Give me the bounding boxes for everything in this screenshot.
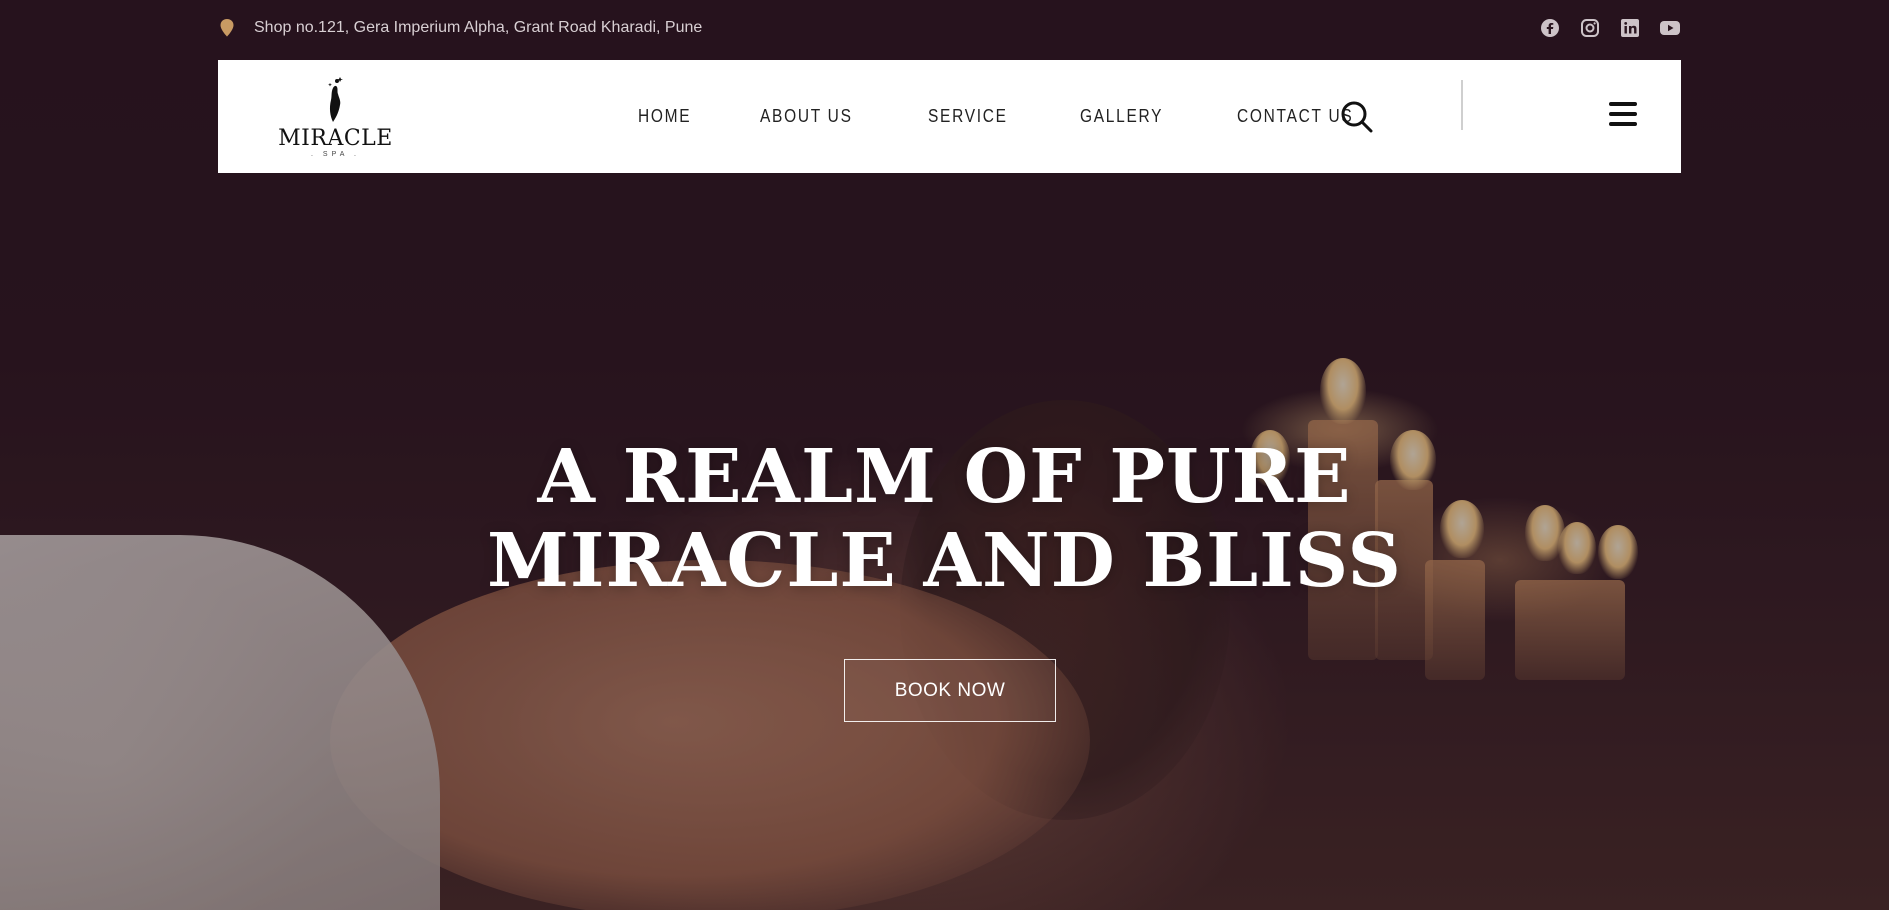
hero-headline-line2: MIRACLE AND BLISS xyxy=(487,518,1402,604)
address: Shop no.121, Gera Imperium Alpha, Grant … xyxy=(218,18,702,38)
instagram-icon[interactable] xyxy=(1579,17,1601,39)
address-text: Shop no.121, Gera Imperium Alpha, Grant … xyxy=(254,19,703,36)
nav-service[interactable]: SERVICE xyxy=(928,106,1008,127)
logo-text: MIRACLE xyxy=(278,126,393,151)
logo-subtext: . SPA . xyxy=(311,151,360,158)
site-logo[interactable]: MIRACLE . SPA . xyxy=(278,74,393,160)
facebook-icon[interactable] xyxy=(1539,17,1561,39)
site-header: MIRACLE . SPA . HOME ABOUT US SERVICE GA… xyxy=(218,60,1681,173)
search-icon[interactable] xyxy=(1340,100,1374,134)
top-bar: Shop no.121, Gera Imperium Alpha, Grant … xyxy=(218,10,1681,46)
logo-hand-icon xyxy=(327,77,343,122)
hamburger-menu-icon[interactable] xyxy=(1609,102,1637,128)
hero-headline-line1: A REALM OF PURE xyxy=(537,434,1352,520)
linkedin-icon[interactable] xyxy=(1619,17,1641,39)
nav-about-us[interactable]: ABOUT US xyxy=(760,106,853,127)
header-divider xyxy=(1461,80,1463,130)
nav-home[interactable]: HOME xyxy=(638,106,691,127)
nav-contact-us[interactable]: CONTACT US xyxy=(1237,106,1353,127)
location-pin-icon xyxy=(218,18,236,38)
main-nav: HOME ABOUT US SERVICE GALLERY CONTACT US xyxy=(638,60,1432,173)
social-links xyxy=(1539,17,1681,39)
youtube-icon[interactable] xyxy=(1659,17,1681,39)
book-now-button[interactable]: BOOK NOW xyxy=(844,659,1056,722)
hero-headline: A REALM OF PURE MIRACLE AND BLISS xyxy=(0,435,1889,603)
nav-gallery[interactable]: GALLERY xyxy=(1080,106,1163,127)
